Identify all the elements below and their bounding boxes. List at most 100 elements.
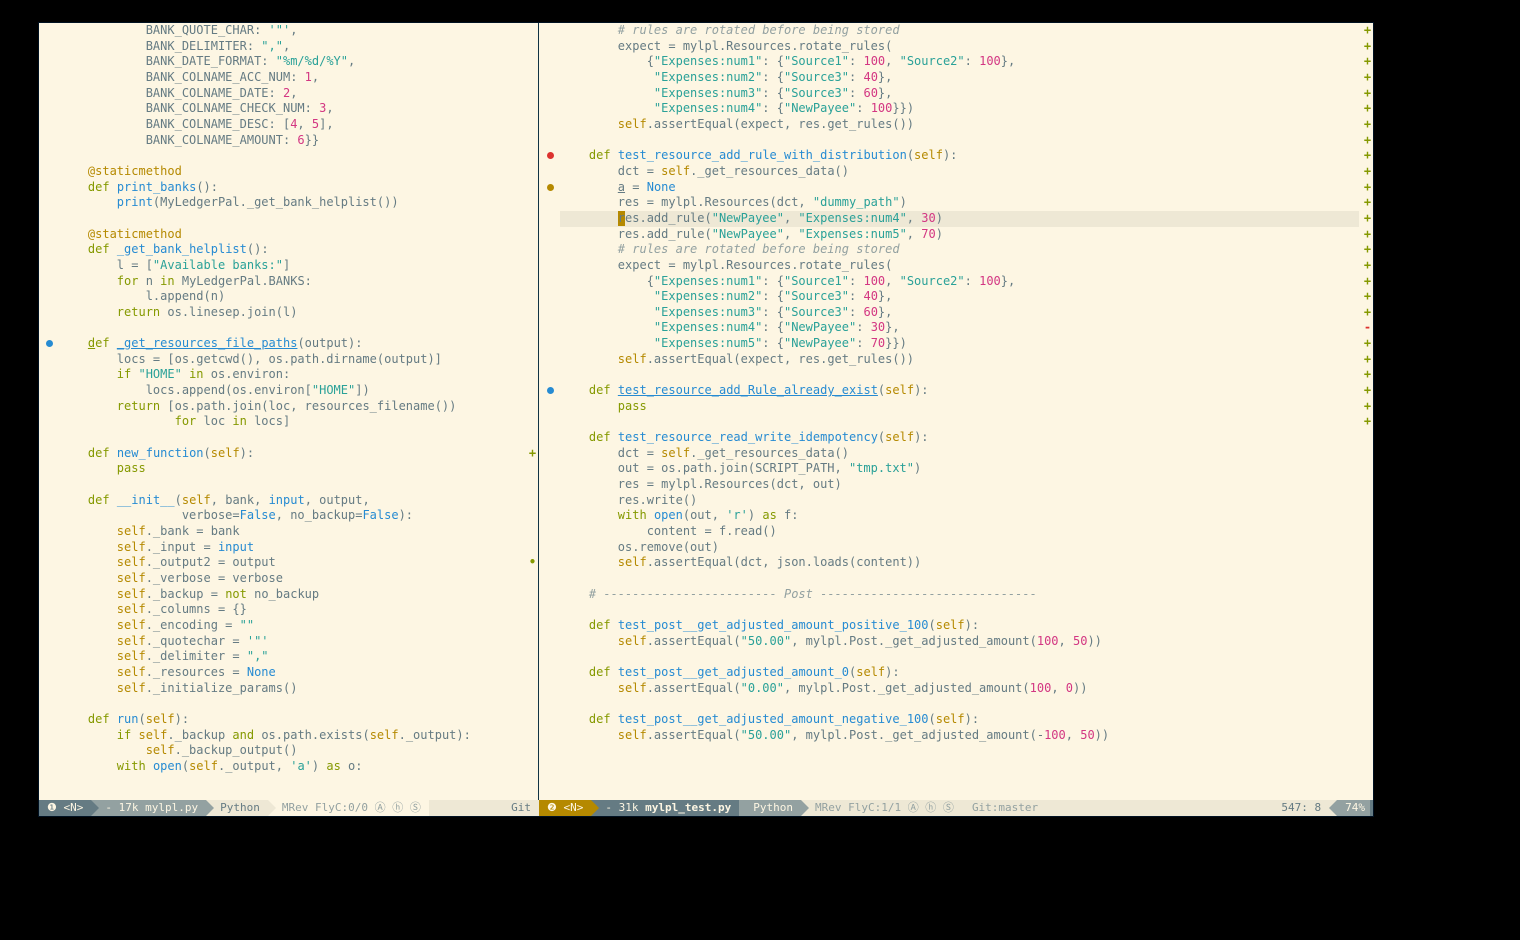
code-line[interactable]: return os.linesep.join(l) [59,305,524,321]
code-line[interactable]: def test_resource_add_rule_with_distribu… [560,148,1359,164]
code-line[interactable]: expect = mylpl.Resources.rotate_rules( [560,39,1359,55]
code-line[interactable]: content = f.read() [560,524,1359,540]
code-line[interactable]: BANK_DATE_FORMAT: "%m/%d/%Y", [59,54,524,70]
code-line[interactable]: def test_post__get_adjusted_amount_0(sel… [560,665,1359,681]
code-line[interactable] [560,414,1359,430]
modeline-right-active[interactable]: ❷ <N> - 31k mylpl_test.py Python MRev Fl… [539,800,1373,816]
code-line[interactable]: self._delimiter = "," [59,649,524,665]
code-line[interactable]: out = os.path.join(SCRIPT_PATH, "tmp.txt… [560,461,1359,477]
code-line[interactable]: self._input = input [59,540,524,556]
code-line[interactable]: self.assertEqual(expect, res.get_rules()… [560,352,1359,368]
code-line[interactable] [59,211,524,227]
code-line[interactable]: for n in MyLedgerPal.BANKS: [59,274,524,290]
code-line[interactable]: BANK_COLNAME_AMOUNT: 6}} [59,133,524,149]
code-line[interactable]: l = ["Available banks:"] [59,258,524,274]
code-line[interactable]: def _get_bank_helplist(): [59,242,524,258]
code-line[interactable] [560,602,1359,618]
code-line[interactable]: self._bank = bank [59,524,524,540]
code-line[interactable]: for loc in locs] [59,414,524,430]
code-line[interactable]: # ------------------------ Post --------… [560,587,1359,603]
code-line[interactable]: dct = self._get_resources_data() [560,164,1359,180]
code-line[interactable]: return [os.path.join(loc, resources_file… [59,399,524,415]
code-line[interactable]: @staticmethod [59,227,524,243]
code-line[interactable]: "Expenses:num3": {"Source3": 60}, [560,305,1359,321]
code-line[interactable]: "Expenses:num2": {"Source3": 40}, [560,70,1359,86]
code-line[interactable]: pass [560,399,1359,415]
code-line[interactable]: self._quotechar = '"' [59,634,524,650]
code-line[interactable] [560,571,1359,587]
code-line[interactable]: self._columns = {} [59,602,524,618]
code-line[interactable]: def test_resource_add_Rule_already_exist… [560,383,1359,399]
code-line[interactable] [59,430,524,446]
code-line[interactable]: pass [59,461,524,477]
code-line[interactable]: self._encoding = "" [59,618,524,634]
code-line[interactable]: if "HOME" in os.environ: [59,367,524,383]
code-line[interactable] [560,696,1359,712]
code-line[interactable]: BANK_COLNAME_DESC: [4, 5], [59,117,524,133]
code-line[interactable]: self._verbose = verbose [59,571,524,587]
code-line[interactable]: self.assertEqual("50.00", mylpl.Post._ge… [560,728,1359,744]
code-line[interactable]: def new_function(self): [59,446,524,462]
left-pane[interactable]: BANK_QUOTE_CHAR: '"', BANK_DELIMITER: ",… [39,23,539,800]
code-line[interactable]: def test_resource_read_write_idempotency… [560,430,1359,446]
code-line[interactable]: expect = mylpl.Resources.rotate_rules( [560,258,1359,274]
code-line[interactable]: verbose=False, no_backup=False): [59,508,524,524]
code-line[interactable]: BANK_COLNAME_ACC_NUM: 1, [59,70,524,86]
code-line[interactable]: dct = self._get_resources_data() [560,446,1359,462]
code-line[interactable]: BANK_COLNAME_CHECK_NUM: 3, [59,101,524,117]
code-line[interactable]: a = None [560,180,1359,196]
code-line[interactable]: self.assertEqual("50.00", mylpl.Post._ge… [560,634,1359,650]
right-code[interactable]: # rules are rotated before being stored … [560,23,1359,800]
left-code[interactable]: BANK_QUOTE_CHAR: '"', BANK_DELIMITER: ",… [59,23,524,800]
code-line[interactable] [560,133,1359,149]
code-line[interactable]: @staticmethod [59,164,524,180]
code-line[interactable]: self.assertEqual(dct, json.loads(content… [560,555,1359,571]
code-line[interactable]: self.assertEqual("0.00", mylpl.Post._get… [560,681,1359,697]
code-line[interactable]: self._backup_output() [59,743,524,759]
code-line[interactable]: locs.append(os.environ["HOME"]) [59,383,524,399]
code-line[interactable]: {"Expenses:num1": {"Source1": 100, "Sour… [560,54,1359,70]
code-line[interactable]: "Expenses:num5": {"NewPayee": 70}}) [560,336,1359,352]
code-line[interactable] [59,696,524,712]
code-line[interactable]: l.append(n) [59,289,524,305]
code-line[interactable]: print(MyLedgerPal._get_bank_helplist()) [59,195,524,211]
code-line[interactable]: self._output2 = output [59,555,524,571]
code-line[interactable]: self._resources = None [59,665,524,681]
code-line[interactable] [59,320,524,336]
code-line[interactable]: BANK_COLNAME_DATE: 2, [59,86,524,102]
right-pane[interactable]: # rules are rotated before being stored … [540,23,1373,800]
code-line[interactable]: if self._backup and os.path.exists(self.… [59,728,524,744]
code-line[interactable]: def test_post__get_adjusted_amount_posit… [560,618,1359,634]
code-line[interactable]: def print_banks(): [59,180,524,196]
code-line[interactable]: res = mylpl.Resources(dct, "dummy_path") [560,195,1359,211]
code-line[interactable]: "Expenses:num4": {"NewPayee": 100}}) [560,101,1359,117]
code-line[interactable]: self._backup = not no_backup [59,587,524,603]
code-line[interactable]: def test_post__get_adjusted_amount_negat… [560,712,1359,728]
code-line[interactable]: "Expenses:num3": {"Source3": 60}, [560,86,1359,102]
code-line[interactable]: res.add_rule("NewPayee", "Expenses:num5"… [560,227,1359,243]
code-line[interactable]: self._initialize_params() [59,681,524,697]
code-line[interactable]: def run(self): [59,712,524,728]
code-line[interactable]: {"Expenses:num1": {"Source1": 100, "Sour… [560,274,1359,290]
code-line[interactable] [560,649,1359,665]
code-line[interactable] [59,148,524,164]
code-line[interactable]: res.add_rule("NewPayee", "Expenses:num4"… [560,211,1359,227]
code-line[interactable]: # rules are rotated before being stored [560,242,1359,258]
code-line[interactable]: BANK_QUOTE_CHAR: '"', [59,23,524,39]
code-line[interactable] [560,367,1359,383]
code-line[interactable]: locs = [os.getcwd(), os.path.dirname(out… [59,352,524,368]
code-line[interactable]: "Expenses:num2": {"Source3": 40}, [560,289,1359,305]
code-line[interactable]: with open(self._output, 'a') as o: [59,759,524,775]
code-line[interactable]: os.remove(out) [560,540,1359,556]
code-line[interactable]: BANK_DELIMITER: ",", [59,39,524,55]
code-line[interactable]: res.write() [560,493,1359,509]
code-line[interactable]: # rules are rotated before being stored [560,23,1359,39]
code-line[interactable]: res = mylpl.Resources(dct, out) [560,477,1359,493]
code-line[interactable]: with open(out, 'r') as f: [560,508,1359,524]
code-line[interactable]: def __init__(self, bank, input, output, [59,493,524,509]
code-line[interactable]: def _get_resources_file_paths(output): [59,336,524,352]
code-line[interactable]: "Expenses:num4": {"NewPayee": 30}, [560,320,1359,336]
code-line[interactable]: self.assertEqual(expect, res.get_rules()… [560,117,1359,133]
modeline-left-inactive[interactable]: ❶ <N> - 17k mylpl.py Python MRev FlyC:0/… [39,800,539,816]
code-line[interactable] [59,477,524,493]
